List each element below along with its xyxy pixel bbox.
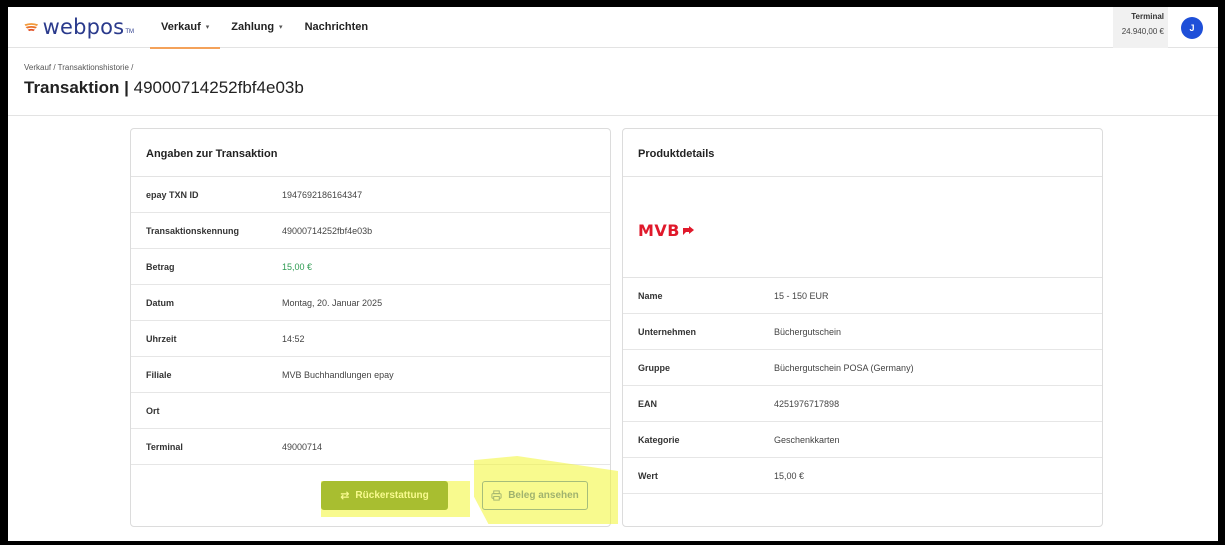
view-receipt-label: Beleg ansehen bbox=[508, 490, 579, 501]
detail-label: Uhrzeit bbox=[146, 333, 177, 344]
mvb-logo: MVB bbox=[638, 221, 1102, 240]
detail-label: Terminal bbox=[146, 441, 183, 452]
terminal-label: Terminal bbox=[1131, 12, 1164, 21]
detail-label: Betrag bbox=[146, 261, 175, 272]
page-title-id: 49000714252fbf4e03b bbox=[128, 78, 304, 97]
detail-row: epay TXN ID 1947692186164347 bbox=[131, 177, 610, 213]
detail-value: 1947692186164347 bbox=[282, 189, 363, 200]
detail-row: Name 15 - 150 EUR bbox=[623, 278, 1102, 314]
main-nav: Verkauf ▾ Zahlung ▾ Nachrichten bbox=[150, 7, 380, 49]
detail-row: Ort bbox=[131, 393, 610, 429]
nav-item-label: Verkauf bbox=[161, 21, 201, 33]
refund-button-label: Rückerstattung bbox=[355, 490, 429, 501]
nav-item-label: Nachrichten bbox=[304, 21, 369, 33]
terminal-balance-value: 24.940,00 € bbox=[1121, 27, 1164, 36]
refund-button[interactable]: ⇄ Rückerstattung bbox=[321, 481, 448, 510]
detail-label: Wert bbox=[638, 470, 658, 481]
detail-value: Montag, 20. Januar 2025 bbox=[282, 297, 383, 308]
swap-arrows-icon: ⇄ bbox=[340, 490, 350, 502]
detail-row: Gruppe Büchergutschein POSA (Germany) bbox=[623, 350, 1102, 386]
top-navbar: webpos TM Verkauf ▾ Zahlung ▾ Nachrichte… bbox=[8, 7, 1218, 49]
detail-label: Ort bbox=[146, 405, 160, 416]
card-title: Angaben zur Transaktion bbox=[131, 129, 610, 177]
detail-row: Kategorie Geschenkkarten bbox=[623, 422, 1102, 458]
page-title: Transaktion | 49000714252fbf4e03b bbox=[24, 78, 1218, 98]
detail-value: MVB Buchhandlungen epay bbox=[282, 369, 394, 380]
detail-value: 49000714 bbox=[282, 441, 323, 452]
detail-row: Unternehmen Büchergutschein bbox=[623, 314, 1102, 350]
detail-label: Datum bbox=[146, 297, 175, 308]
detail-value: Büchergutschein bbox=[774, 326, 842, 337]
detail-row: Wert 15,00 € bbox=[623, 458, 1102, 494]
detail-value: 15,00 € bbox=[774, 470, 805, 481]
detail-value: Büchergutschein POSA (Germany) bbox=[774, 362, 914, 373]
card-title: Produktdetails bbox=[623, 129, 1102, 177]
nav-item-nachrichten[interactable]: Nachrichten bbox=[294, 7, 380, 48]
detail-row: EAN 4251976717898 bbox=[623, 386, 1102, 422]
detail-row: Filiale MVB Buchhandlungen epay bbox=[131, 357, 610, 393]
nav-item-verkauf[interactable]: Verkauf ▾ bbox=[150, 7, 221, 49]
detail-label: epay TXN ID bbox=[146, 189, 199, 200]
detail-value: 49000714252fbf4e03b bbox=[282, 225, 373, 236]
detail-row: Transaktionskennung 49000714252fbf4e03b bbox=[131, 213, 610, 249]
user-avatar[interactable]: J bbox=[1181, 17, 1203, 39]
chevron-down-icon: ▾ bbox=[279, 24, 283, 31]
detail-value: 14:52 bbox=[282, 333, 305, 344]
detail-row: Uhrzeit 14:52 bbox=[131, 321, 610, 357]
detail-row: Terminal 49000714 bbox=[131, 429, 610, 465]
terminal-balance: Terminal 24.940,00 € bbox=[1113, 7, 1168, 48]
breadcrumb[interactable]: Verkauf / Transaktionshistorie / bbox=[24, 63, 1218, 72]
transaction-details-card: Angaben zur Transaktion epay TXN ID 1947… bbox=[130, 128, 611, 527]
mvb-arrow-icon bbox=[683, 225, 694, 235]
detail-label: Gruppe bbox=[638, 362, 671, 373]
detail-label: EAN bbox=[638, 398, 658, 409]
detail-label: Kategorie bbox=[638, 434, 680, 445]
detail-row: Datum Montag, 20. Januar 2025 bbox=[131, 285, 610, 321]
detail-label: Transaktionskennung bbox=[146, 225, 240, 236]
nav-item-label: Zahlung bbox=[231, 21, 275, 33]
logo-trademark: TM bbox=[125, 29, 134, 35]
detail-label: Name bbox=[638, 290, 663, 301]
view-receipt-button[interactable]: Beleg ansehen bbox=[482, 481, 588, 510]
detail-value: 4251976717898 bbox=[774, 398, 840, 409]
product-logo-area: MVB bbox=[623, 177, 1102, 278]
chevron-down-icon: ▾ bbox=[205, 24, 210, 31]
detail-value: Geschenkkarten bbox=[774, 434, 840, 445]
webpos-logo-icon bbox=[24, 23, 39, 32]
nav-item-zahlung[interactable]: Zahlung ▾ bbox=[220, 7, 293, 48]
detail-row: Betrag 15,00 € bbox=[131, 249, 610, 285]
detail-label: Unternehmen bbox=[638, 326, 697, 337]
mvb-logo-text: MVB bbox=[638, 221, 680, 240]
page-header: Verkauf / Transaktionshistorie / Transak… bbox=[8, 48, 1218, 116]
detail-label: Filiale bbox=[146, 369, 172, 380]
card-actions: ⇄ Rückerstattung Beleg ansehen bbox=[131, 481, 610, 511]
webpos-logo[interactable]: webpos TM bbox=[24, 15, 134, 39]
amount-value: 15,00 € bbox=[282, 261, 313, 272]
app-window: webpos TM Verkauf ▾ Zahlung ▾ Nachrichte… bbox=[8, 7, 1218, 541]
printer-icon bbox=[491, 490, 502, 501]
logo-text: webpos bbox=[42, 15, 125, 39]
page-title-label: Transaktion | bbox=[24, 78, 129, 97]
detail-value: 15 - 150 EUR bbox=[774, 290, 829, 301]
product-details-card: Produktdetails MVB Name 15 - 150 EUR Unt… bbox=[622, 128, 1103, 527]
